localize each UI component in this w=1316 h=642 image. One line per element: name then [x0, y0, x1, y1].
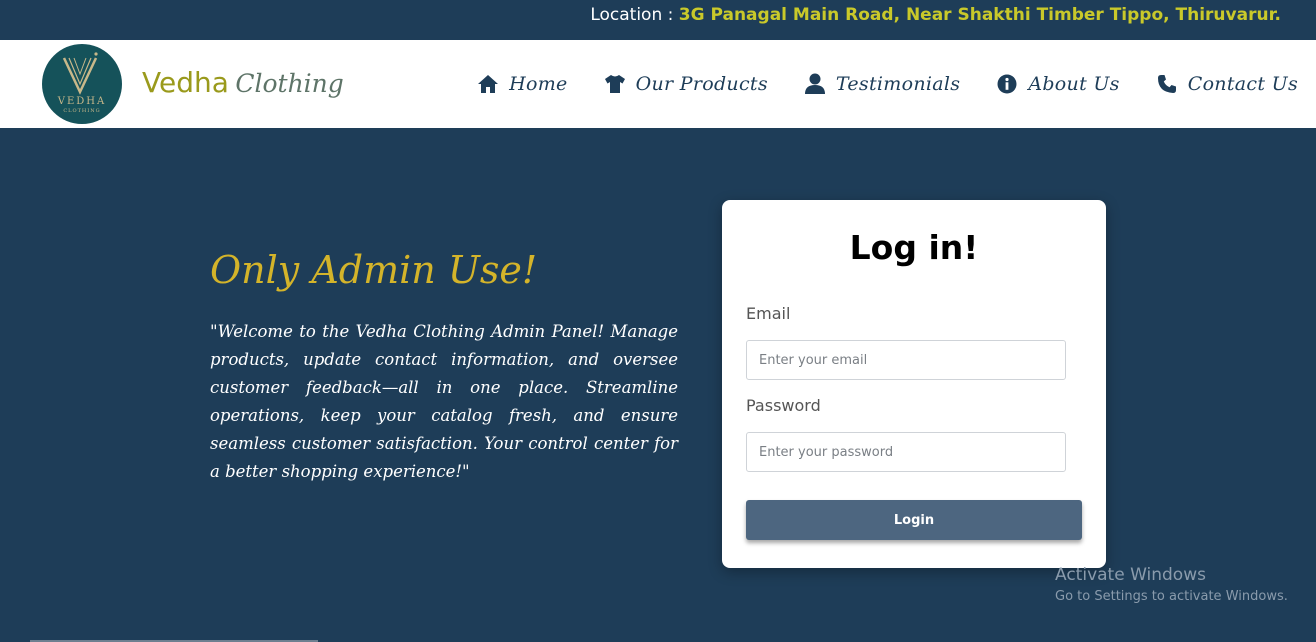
location-label: Location : [590, 5, 674, 25]
brand-primary: Vedha [142, 66, 229, 99]
brand-secondary: Clothing [235, 69, 344, 98]
email-label: Email [746, 304, 791, 323]
email-input[interactable] [746, 340, 1066, 380]
home-icon [477, 73, 499, 95]
login-button[interactable]: Login [746, 500, 1082, 540]
nav-item-home[interactable]: Home [477, 73, 567, 95]
nav-label: Home [509, 73, 568, 95]
login-title: Log in! [849, 228, 979, 267]
nav-label: Testimonials [835, 73, 961, 95]
user-icon [804, 73, 826, 95]
site-header: VEDHA CLOTHING Vedha Clothing Home Our P… [0, 40, 1316, 128]
nav-item-contact-us[interactable]: Contact Us [1156, 73, 1298, 95]
info-icon [996, 73, 1018, 95]
location-address: 3G Panagal Main Road, Near Shakthi Timbe… [678, 5, 1281, 25]
admin-title: Only Admin Use! [210, 248, 538, 292]
location-info: Location : 3G Panagal Main Road, Near Sh… [590, 5, 1281, 25]
phone-icon [1156, 73, 1178, 95]
main-nav: Home Our Products Testimonials About Us … [441, 40, 1298, 128]
admin-description: "Welcome to the Vedha Clothing Admin Pan… [210, 322, 678, 481]
logo-text: VEDHA [57, 96, 107, 107]
logo-subtext: CLOTHING [63, 108, 101, 114]
login-card: Log in! Email Password Login [722, 200, 1106, 568]
nav-label: About Us [1028, 73, 1120, 95]
watermark-title: Activate Windows [1055, 565, 1206, 585]
top-bar: Location : 3G Panagal Main Road, Near Sh… [0, 0, 1316, 40]
watermark-subtitle: Go to Settings to activate Windows. [1055, 589, 1288, 604]
tshirt-icon [604, 73, 626, 95]
admin-intro: Only Admin Use! "Welcome to the Vedha Cl… [210, 248, 678, 486]
brand-name[interactable]: Vedha Clothing [142, 66, 344, 99]
windows-watermark: Activate Windows Go to Settings to activ… [1055, 565, 1288, 604]
password-input[interactable] [746, 432, 1066, 472]
nav-item-our-products[interactable]: Our Products [604, 73, 768, 95]
password-label: Password [746, 396, 821, 415]
nav-label: Contact Us [1187, 73, 1298, 95]
nav-label: Our Products [635, 73, 768, 95]
logo[interactable]: VEDHA CLOTHING [42, 44, 122, 124]
nav-item-testimonials[interactable]: Testimonials [804, 73, 960, 95]
nav-item-about-us[interactable]: About Us [996, 73, 1119, 95]
